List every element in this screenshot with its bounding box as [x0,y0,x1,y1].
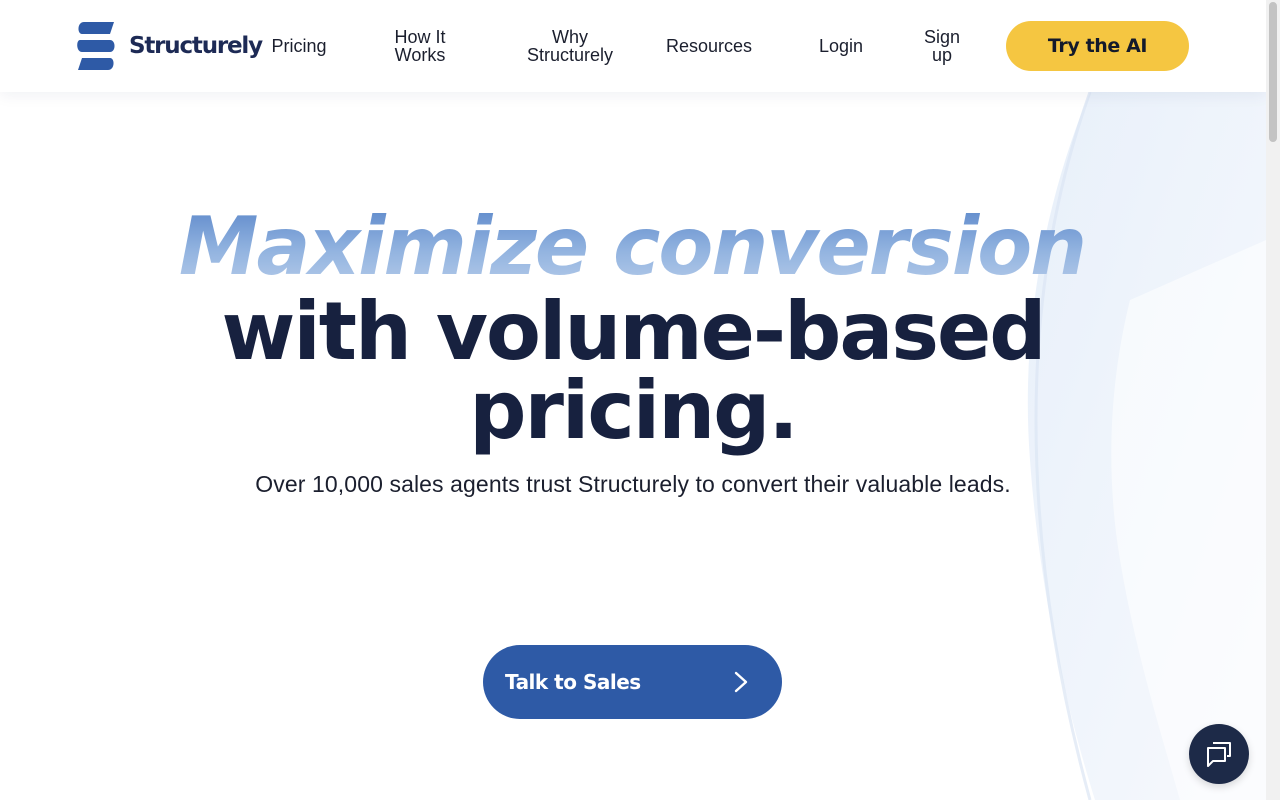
nav-pricing[interactable]: Pricing [266,0,332,92]
nav-why-structurely[interactable]: Why Structurely [520,0,620,92]
site-header: Structurely Pricing How It Works Why Str… [0,0,1266,92]
nav-why-structurely-label-line1: Why [552,27,588,47]
nav-pricing-label: Pricing [271,36,327,56]
chat-bubbles-icon [1207,742,1231,767]
nav-login[interactable]: Login [812,0,870,92]
hero-headline-line3: pricing. [469,364,799,457]
nav-login-label: Login [818,36,864,56]
nav-sign-up-label-line2: up [931,45,953,65]
nav-how-it-works-label-line2: Works [394,45,446,65]
structurely-logo-icon [77,22,115,70]
nav-why-structurely-label-line2: Structurely [526,45,614,65]
talk-to-sales-button[interactable]: Talk to Sales [483,645,782,719]
hero-section: Maximize conversion with volume-based pr… [0,92,1266,800]
hero-headline-line1: Maximize conversion [0,202,1265,292]
nav-sign-up-label-line1: Sign [923,27,961,47]
try-the-ai-button[interactable]: Try the AI [1006,21,1189,71]
nav-how-it-works[interactable]: How It Works [388,0,452,92]
hero-subheadline: Over 10,000 sales agents trust Structure… [255,471,1011,497]
chat-widget-button[interactable] [1189,724,1249,784]
talk-to-sales-label: Talk to Sales [505,670,641,694]
brand-name: Structurely [129,33,263,59]
chevron-right-icon [734,671,748,693]
nav-resources-label: Resources [665,36,753,56]
nav-how-it-works-label-line1: How It [394,27,446,47]
page-scrollbar[interactable] [1266,0,1280,800]
nav-resources[interactable]: Resources [660,0,758,92]
scrollbar-thumb[interactable] [1269,2,1277,142]
brand-logo[interactable]: Structurely [76,22,263,70]
nav-sign-up[interactable]: Sign up [918,0,966,92]
